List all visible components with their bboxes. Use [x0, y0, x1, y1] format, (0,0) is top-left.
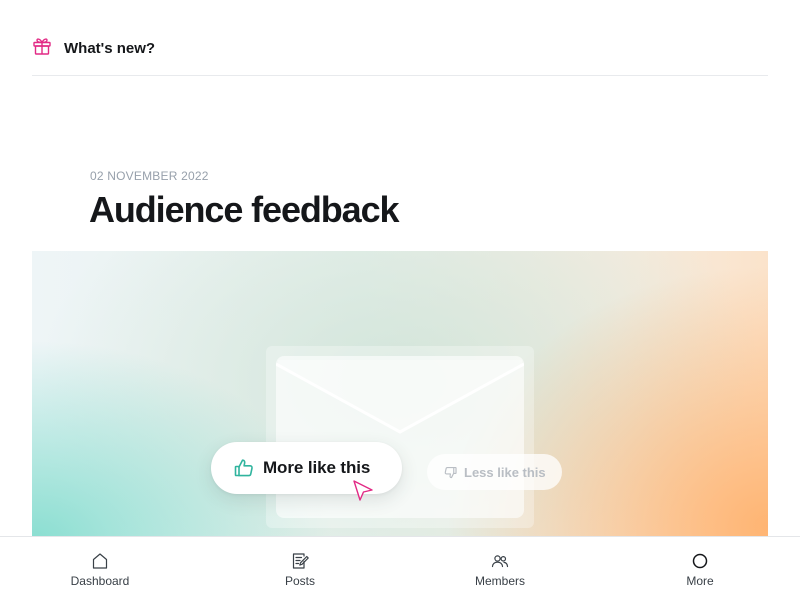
- posts-icon: [292, 553, 309, 569]
- nav-item-dashboard[interactable]: Dashboard: [0, 537, 200, 600]
- home-icon: [92, 553, 108, 569]
- whats-new-header: What's new?: [32, 36, 768, 76]
- nav-item-more[interactable]: More: [600, 537, 800, 600]
- more-like-this-label: More like this: [263, 458, 371, 477]
- post-date: 02 NOVEMBER 2022: [90, 169, 209, 183]
- nav-item-posts[interactable]: Posts: [200, 537, 400, 600]
- gift-icon: [33, 38, 51, 55]
- thumbs-down-icon: [444, 466, 457, 478]
- post-title: Audience feedback: [89, 189, 400, 230]
- less-like-this-button[interactable]: Less like this: [427, 454, 562, 490]
- nav-label-members: Members: [474, 574, 525, 588]
- bottom-nav: Dashboard Posts Members More: [0, 536, 800, 600]
- header-title: What's new?: [64, 40, 156, 57]
- members-icon: [491, 555, 509, 568]
- nav-label-more: More: [686, 574, 714, 588]
- nav-label-posts: Posts: [284, 574, 315, 588]
- feature-image: More like this Less like this: [32, 251, 768, 541]
- cursor-icon: [353, 480, 373, 501]
- circle-icon: [692, 553, 708, 569]
- thumbs-up-icon: [234, 459, 253, 477]
- nav-label-dashboard: Dashboard: [70, 574, 130, 588]
- nav-item-members[interactable]: Members: [400, 537, 600, 600]
- whats-new-page: What's new? 02 NOVEMBER 2022 Audience fe…: [0, 0, 800, 600]
- less-like-this-label: Less like this: [464, 464, 546, 480]
